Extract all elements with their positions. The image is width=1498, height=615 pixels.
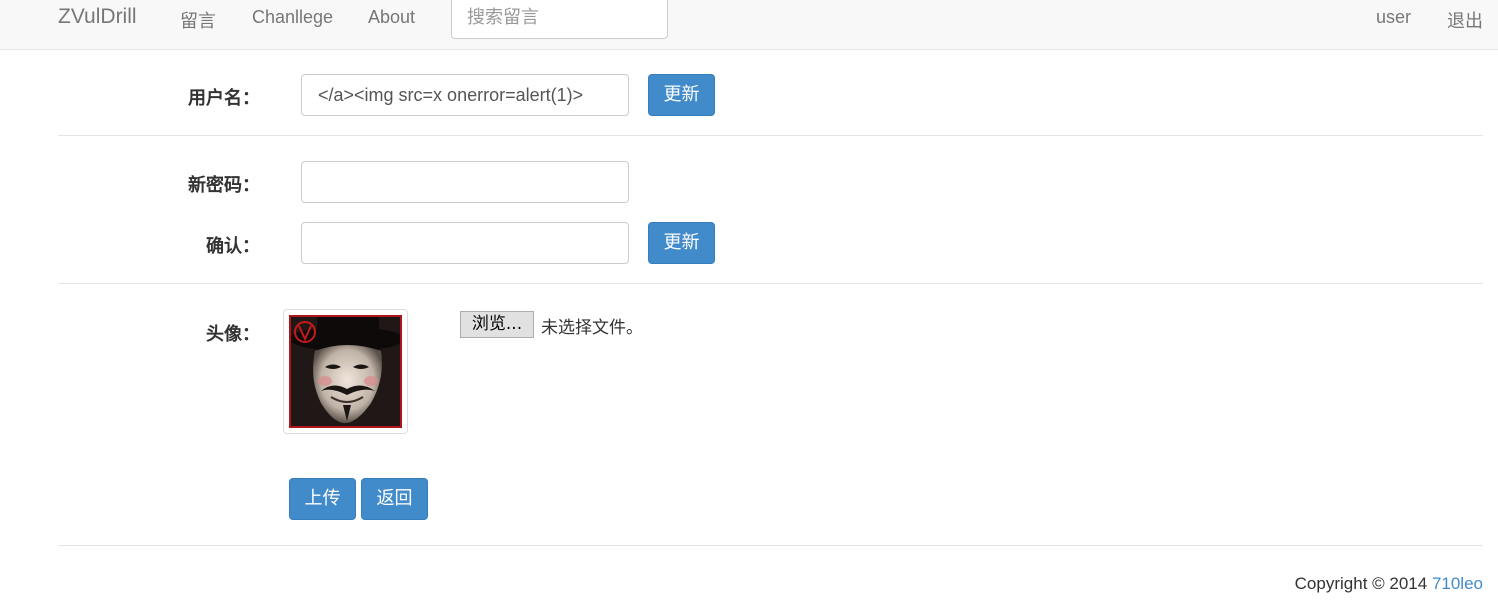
search-input[interactable] xyxy=(451,0,668,39)
update-password-button[interactable]: 更新 xyxy=(648,222,715,264)
back-button[interactable]: 返回 xyxy=(361,478,428,520)
author-link[interactable]: 710leo xyxy=(1432,574,1483,593)
update-username-button[interactable]: 更新 xyxy=(648,74,715,116)
nav-logout-link[interactable]: 退出 xyxy=(1447,7,1483,33)
nav-user-link[interactable]: user xyxy=(1376,7,1411,28)
upload-button[interactable]: 上传 xyxy=(289,478,356,520)
footer: Copyright © 2014 710leo xyxy=(1295,574,1483,594)
browse-file-button[interactable]: 浏览... xyxy=(460,311,534,338)
nav-about-link[interactable]: About xyxy=(368,7,415,28)
brand-link[interactable]: ZVulDrill xyxy=(58,5,137,29)
username-input[interactable] xyxy=(301,74,629,116)
divider xyxy=(58,545,1483,546)
confirm-password-label: 确认： xyxy=(206,236,260,256)
navbar: ZVulDrill 留言 Chanllege About user 退出 xyxy=(0,0,1498,50)
username-label: 用户名： xyxy=(188,88,260,108)
copyright-text: Copyright © 2014 xyxy=(1294,574,1432,593)
avatar-thumbnail xyxy=(283,309,408,434)
nav-messages-link[interactable]: 留言 xyxy=(180,7,216,33)
avatar-image xyxy=(289,315,402,428)
new-password-label: 新密码： xyxy=(188,175,260,195)
nav-challenge-link[interactable]: Chanllege xyxy=(252,7,333,28)
avatar-label: 头像： xyxy=(206,324,260,344)
file-status-text: 未选择文件。 xyxy=(541,318,643,338)
divider xyxy=(58,283,1483,284)
new-password-input[interactable] xyxy=(301,161,629,203)
confirm-password-input[interactable] xyxy=(301,222,629,264)
guy-fawkes-mask-icon xyxy=(291,317,400,426)
divider xyxy=(58,135,1483,136)
